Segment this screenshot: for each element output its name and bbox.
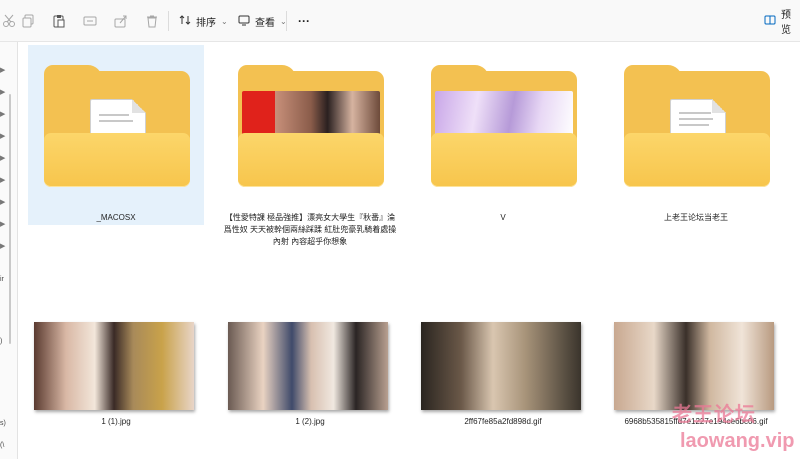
folder-item-v[interactable]: V — [415, 45, 591, 225]
folder-thumbnail-icon — [431, 65, 577, 187]
expand-arrow-icon[interactable]: ▶ — [0, 66, 5, 74]
toolbar-separator — [168, 11, 169, 31]
view-button[interactable]: 查看 ⌄ — [238, 12, 287, 30]
image-thumbnail — [614, 322, 774, 410]
expand-arrow-icon[interactable]: ▶ — [0, 242, 5, 250]
folder-document-icon — [624, 65, 770, 187]
expand-arrow-icon[interactable]: ▶ — [0, 198, 5, 206]
sort-label: 排序 — [196, 17, 216, 29]
nav-item-fragment[interactable]: ) — [0, 338, 2, 345]
folder-item-2[interactable]: 【性愛特課 極品強推】漂亮女大學生『秋番』淪爲性奴 天天被幹個兩絲踩蹂 紅肚兜豪… — [222, 45, 398, 255]
sort-button[interactable]: 排序 ⌄ — [179, 12, 228, 30]
expand-arrow-icon[interactable]: ▶ — [0, 110, 5, 118]
sort-icon — [179, 14, 191, 29]
share-icon[interactable] — [113, 13, 129, 29]
file-name: V — [500, 213, 506, 222]
folder-document-icon — [44, 65, 190, 187]
folder-item-4[interactable]: 上老王论坛当老王 — [608, 45, 784, 225]
watermark-url: laowang.vip — [680, 430, 795, 452]
rename-icon[interactable] — [82, 13, 98, 29]
more-icon: ··· — [298, 14, 310, 28]
nav-item-fragment[interactable]: (\ — [0, 442, 4, 449]
expand-arrow-icon[interactable]: ▶ — [0, 176, 5, 184]
paste-icon[interactable] — [51, 13, 67, 29]
navigation-pane: ▶ ▶ ▶ ▶ ▶ ▶ ▶ ▶ ▶ ir ) s) (\ — [0, 42, 18, 459]
delete-icon[interactable] — [144, 13, 160, 29]
preview-label: 预览 — [781, 10, 791, 36]
copy-icon[interactable] — [20, 13, 36, 29]
navigation-scrollbar[interactable] — [9, 94, 11, 344]
preview-pane-button[interactable]: 预览 — [764, 10, 800, 36]
file-name: 上老王论坛当老王 — [664, 213, 728, 222]
toolbar-separator — [286, 11, 287, 31]
file-name: 【性愛特課 極品強推】漂亮女大學生『秋番』淪爲性奴 天天被幹個兩絲踩蹂 紅肚兜豪… — [223, 213, 397, 246]
cut-icon[interactable] — [1, 13, 17, 29]
expand-arrow-icon[interactable]: ▶ — [0, 154, 5, 162]
expand-arrow-icon[interactable]: ▶ — [0, 220, 5, 228]
image-file-item[interactable]: 1 (1).jpg — [28, 322, 204, 432]
image-thumbnail — [421, 322, 581, 410]
watermark-text: 老王论坛 — [672, 404, 756, 426]
nav-item-fragment[interactable]: ir — [0, 276, 4, 283]
image-file-item[interactable]: 1 (2).jpg — [222, 322, 398, 432]
view-icon — [238, 14, 250, 29]
folder-item-macosx[interactable]: _MACOSX — [28, 45, 204, 225]
view-label: 查看 — [255, 17, 275, 29]
more-options-button[interactable]: ··· — [298, 12, 310, 30]
nav-item-fragment[interactable]: s) — [0, 420, 6, 427]
image-thumbnail — [34, 322, 194, 410]
folder-thumbnail-icon — [238, 65, 384, 187]
expand-arrow-icon[interactable]: ▶ — [0, 132, 5, 140]
file-name: 2ff67fe85a2fd898d.gif — [464, 417, 542, 426]
file-name: 1 (2).jpg — [295, 417, 325, 426]
file-name: _MACOSX — [96, 213, 136, 222]
file-name: 1 (1).jpg — [101, 417, 131, 426]
preview-pane-icon — [764, 14, 776, 29]
chevron-down-icon: ⌄ — [221, 16, 228, 26]
command-bar: 排序 ⌄ 查看 ⌄ ··· 预览 — [0, 0, 800, 42]
gif-file-item[interactable]: 2ff67fe85a2fd898d.gif — [415, 322, 591, 432]
image-thumbnail — [228, 322, 388, 410]
expand-arrow-icon[interactable]: ▶ — [0, 88, 5, 96]
